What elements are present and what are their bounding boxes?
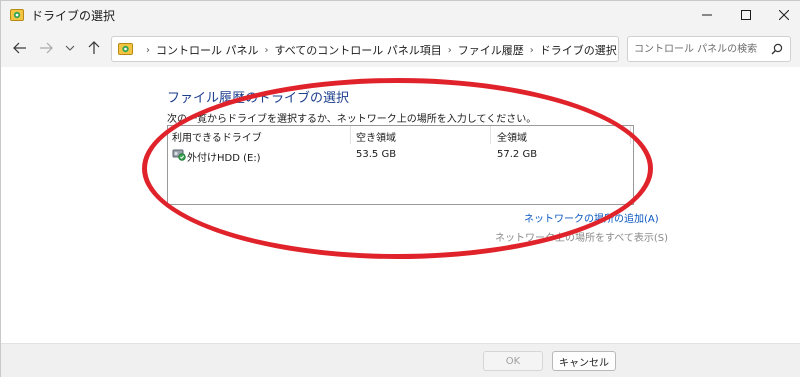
up-arrow-icon: [88, 41, 100, 54]
back-arrow-icon: [13, 42, 26, 54]
column-divider[interactable]: [350, 126, 351, 144]
external-drive-icon: [172, 147, 186, 161]
dialog-footer: OK キャンセル: [1, 343, 800, 377]
close-icon: [779, 10, 789, 20]
page-title: ファイル履歴のドライブの選択: [167, 91, 350, 106]
control-panel-icon: [10, 8, 25, 22]
navigation-bar: › コントロール パネル › すべてのコントロール パネル項目 › ファイル履歴…: [1, 29, 800, 67]
minimize-icon: [702, 14, 712, 16]
search-icon[interactable]: [770, 42, 784, 56]
maximize-icon: [741, 10, 751, 20]
back-button[interactable]: [9, 38, 31, 58]
title-bar: ドライブの選択: [1, 1, 800, 29]
breadcrumb-file-history[interactable]: ファイル履歴: [458, 42, 524, 58]
chevron-down-icon: [65, 45, 75, 51]
breadcrumb-control-panel[interactable]: コントロール パネル: [156, 42, 259, 58]
show-all-network-locations-link[interactable]: ネットワーク上の場所をすべて表示(S): [495, 229, 668, 244]
drive-total-space: 57.2 GB: [497, 149, 538, 160]
drive-list[interactable]: 利用できるドライブ 空き領域 全領域 外付けHDD (E:) 53.5 GB 5…: [167, 125, 634, 205]
up-button[interactable]: [83, 38, 105, 58]
forward-button[interactable]: [35, 38, 57, 58]
search-box[interactable]: [627, 36, 791, 62]
column-header-drive[interactable]: 利用できるドライブ: [172, 129, 262, 144]
drive-free-space: 53.5 GB: [356, 149, 397, 160]
drive-name: 外付けHDD (E:): [187, 153, 261, 164]
chevron-right-icon: ›: [264, 44, 269, 56]
recent-locations-button[interactable]: [59, 38, 81, 58]
chevron-right-icon: ›: [146, 44, 150, 56]
dialog-window: ドライブの選択 › コントロール パネル › すべてのコントロール パネル項目 …: [0, 0, 800, 377]
breadcrumb: › コントロール パネル › すべてのコントロール パネル項目 › ファイル履歴…: [140, 42, 617, 58]
instruction-text: 次の一覧からドライブを選択するか、ネットワーク上の場所を入力してください。: [167, 114, 537, 125]
search-input[interactable]: [634, 41, 764, 57]
window-title: ドライブの選択: [31, 9, 116, 23]
address-bar[interactable]: › コントロール パネル › すべてのコントロール パネル項目 › ファイル履歴…: [111, 36, 720, 62]
close-button[interactable]: [761, 1, 800, 29]
breadcrumb-select-drive[interactable]: ドライブの選択: [540, 42, 617, 58]
chevron-right-icon: ›: [529, 44, 534, 56]
forward-arrow-icon: [40, 42, 53, 54]
column-divider[interactable]: [630, 126, 631, 144]
breadcrumb-all-items[interactable]: すべてのコントロール パネル項目: [275, 42, 442, 58]
list-item[interactable]: 外付けHDD (E:) 53.5 GB 57.2 GB: [168, 146, 633, 164]
ok-button[interactable]: OK: [483, 351, 543, 371]
control-panel-icon: [118, 42, 134, 56]
list-header: 利用できるドライブ 空き領域 全領域: [168, 126, 633, 144]
content-pane: ファイル履歴のドライブの選択 次の一覧からドライブを選択するか、ネットワーク上の…: [1, 67, 800, 343]
column-divider[interactable]: [490, 126, 491, 144]
cancel-button[interactable]: キャンセル: [552, 351, 616, 371]
column-header-free[interactable]: 空き領域: [356, 129, 396, 144]
column-header-total[interactable]: 全領域: [497, 129, 527, 144]
chevron-right-icon: ›: [447, 44, 452, 56]
add-network-location-link[interactable]: ネットワークの場所の追加(A): [524, 210, 659, 225]
